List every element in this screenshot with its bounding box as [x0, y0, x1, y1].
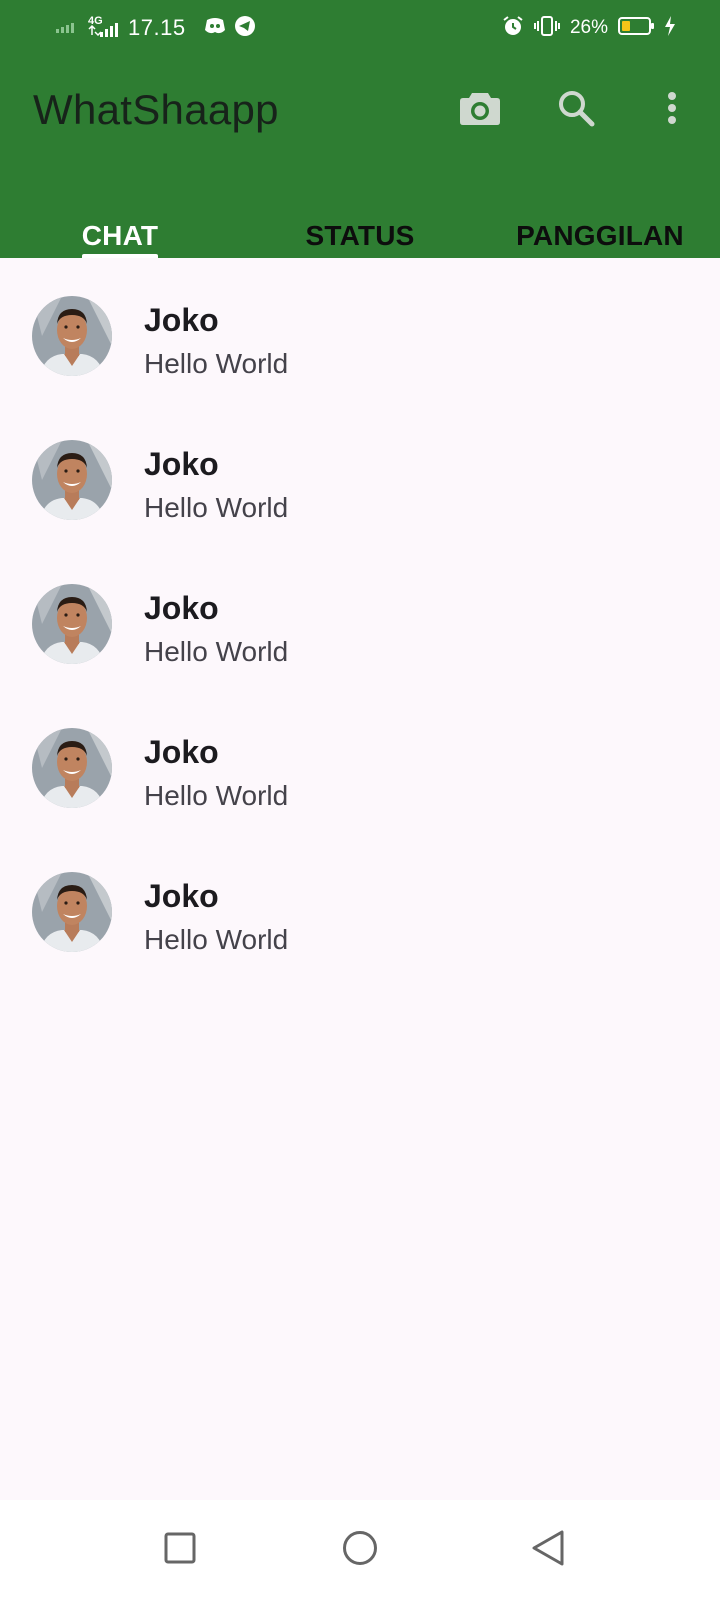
- chat-list: Joko Hello World Joko Hello World Joko H…: [0, 262, 720, 982]
- chat-last-message: Hello World: [144, 780, 289, 811]
- chat-name: Joko: [144, 878, 219, 914]
- chat-name: Joko: [144, 590, 219, 626]
- chat-last-message: Hello World: [144, 924, 289, 955]
- avatar[interactable]: [32, 296, 112, 376]
- telegram-icon: [234, 15, 256, 42]
- chat-last-message: Hello World: [144, 492, 289, 523]
- chat-list-item[interactable]: Joko Hello World: [0, 550, 720, 694]
- chat-list-item[interactable]: Joko Hello World: [0, 262, 720, 406]
- status-time: 17.15: [128, 15, 186, 40]
- signal-icon: [56, 19, 80, 38]
- avatar[interactable]: [32, 440, 112, 520]
- system-nav-bar: [0, 1500, 720, 1600]
- status-bar: 4G 17.15 26%: [0, 0, 720, 56]
- alarm-icon: [502, 15, 524, 42]
- tab-label: PANGGILAN: [516, 220, 684, 251]
- tab-chat[interactable]: CHAT: [0, 206, 240, 258]
- home-circle-icon: [342, 1530, 378, 1571]
- camera-button[interactable]: [456, 86, 504, 134]
- network-4g-icon: 4G: [88, 13, 120, 44]
- camera-icon: [459, 90, 501, 131]
- search-icon: [557, 89, 595, 132]
- tab-bar: CHAT STATUS PANGGILAN: [0, 206, 720, 258]
- more-options-button[interactable]: [648, 86, 696, 134]
- chat-name: Joko: [144, 734, 219, 770]
- chat-list-item[interactable]: Joko Hello World: [0, 694, 720, 838]
- more-vert-icon: [667, 91, 677, 130]
- tab-label: CHAT: [81, 220, 159, 251]
- back-triangle-icon: [531, 1529, 565, 1572]
- chat-list-item[interactable]: Joko Hello World: [0, 406, 720, 550]
- charging-icon: [664, 15, 676, 41]
- search-button[interactable]: [552, 86, 600, 134]
- chat-last-message: Hello World: [144, 348, 289, 379]
- recents-square-icon: [164, 1532, 196, 1569]
- avatar[interactable]: [32, 584, 112, 664]
- recents-button[interactable]: [150, 1520, 210, 1580]
- vibrate-icon: [533, 15, 560, 42]
- tab-panggilan[interactable]: PANGGILAN: [480, 206, 720, 258]
- app-title: WhatShaapp: [33, 86, 279, 133]
- svg-text:4G: 4G: [88, 15, 103, 27]
- battery-percent: 26%: [569, 17, 608, 38]
- discord-icon: [204, 17, 226, 40]
- battery-icon: [618, 16, 654, 41]
- avatar[interactable]: [32, 872, 112, 952]
- tab-status[interactable]: STATUS: [240, 206, 480, 258]
- tab-label: STATUS: [305, 220, 415, 251]
- avatar[interactable]: [32, 728, 112, 808]
- app-bar: WhatShaapp CHAT STATUS PANGGILAN: [0, 56, 720, 258]
- chat-name: Joko: [144, 302, 219, 338]
- chat-name: Joko: [144, 446, 219, 482]
- back-button[interactable]: [518, 1520, 578, 1580]
- chat-last-message: Hello World: [144, 636, 289, 667]
- tab-indicator: [82, 254, 158, 258]
- chat-list-item[interactable]: Joko Hello World: [0, 838, 720, 982]
- home-button[interactable]: [330, 1520, 390, 1580]
